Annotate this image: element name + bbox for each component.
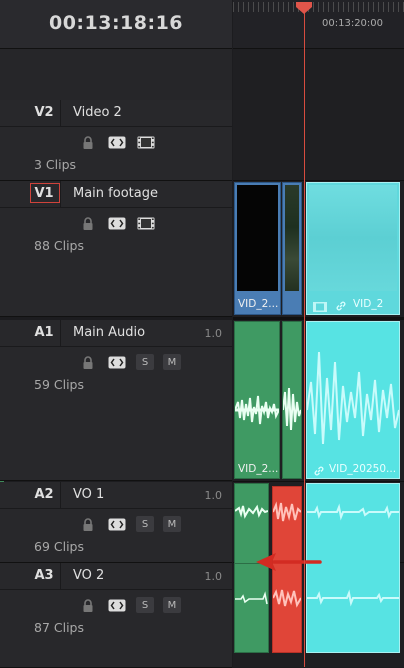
track-id-a2: A2: [4, 482, 61, 508]
clip-count-v2: 3 Clips: [34, 157, 77, 172]
auto-select-icon[interactable]: [107, 597, 127, 613]
lock-icon[interactable]: [78, 215, 98, 231]
mute-button[interactable]: M: [163, 597, 181, 613]
audio-clip[interactable]: VID_2...: [234, 321, 280, 479]
clip-count-v1: 88 Clips: [34, 238, 84, 253]
auto-select-icon[interactable]: [107, 354, 127, 370]
timecode-display: 00:13:18:16: [48, 12, 184, 34]
audio-waveform: [283, 387, 301, 431]
track-divider: [233, 180, 404, 181]
audio-waveform: [235, 504, 268, 519]
track-id-a1: A1: [4, 320, 61, 346]
video-clip[interactable]: [282, 182, 302, 315]
track-header-a1[interactable]: A1 Main Audio 1.0 S M 59 Clips: [0, 320, 232, 481]
clip-label: VID_2: [353, 298, 384, 310]
film-strip-icon[interactable]: [136, 134, 156, 150]
link-icon: [313, 462, 325, 476]
audio-waveform: [307, 503, 399, 521]
film-strip-icon[interactable]: [136, 215, 156, 231]
clip-count-a3: 87 Clips: [34, 620, 84, 635]
mute-button[interactable]: M: [163, 516, 181, 532]
track-volume-a3: 1.0: [204, 570, 223, 583]
track-name-v1: Main footage: [73, 186, 158, 201]
lock-icon[interactable]: [78, 516, 98, 532]
playhead-line[interactable]: [304, 8, 305, 667]
clip-thumbnail: [237, 185, 278, 291]
clip-label: VID_2...: [238, 298, 279, 310]
clip-thumbnail: [309, 185, 397, 291]
solo-button[interactable]: S: [136, 354, 154, 370]
track-volume-a1: 1.0: [204, 327, 223, 340]
track-name-v2: Video 2: [73, 105, 122, 120]
track-volume-a2: 1.0: [204, 489, 223, 502]
track-id-v2: V2: [4, 100, 61, 126]
clip-label: VID_2...: [238, 463, 279, 475]
clip-count-a2: 69 Clips: [34, 539, 84, 554]
clip-count-a1: 59 Clips: [34, 377, 84, 392]
audio-waveform: [307, 589, 399, 607]
auto-select-icon[interactable]: [107, 134, 127, 150]
header-spacer: [0, 49, 232, 100]
track-header-a2[interactable]: A2 VO 1 1.0 S M 69 Clips: [0, 482, 232, 563]
audio-waveform: [273, 501, 301, 522]
solo-button[interactable]: S: [136, 597, 154, 613]
track-name-a3: VO 2: [73, 568, 105, 583]
track-header-v2[interactable]: V2 Video 2 3 Clips: [0, 100, 232, 181]
auto-select-icon[interactable]: [107, 215, 127, 231]
track-divider: [233, 481, 404, 482]
auto-select-icon[interactable]: [107, 516, 127, 532]
audio-waveform: [273, 589, 301, 608]
selected-video-clip[interactable]: VID_2: [306, 182, 400, 315]
lock-icon[interactable]: [78, 597, 98, 613]
audio-waveform: [235, 591, 268, 605]
playhead-handle[interactable]: [296, 2, 312, 14]
track-id-v1: V1: [4, 181, 61, 207]
lock-icon[interactable]: [78, 354, 98, 370]
track-name-a1: Main Audio: [73, 325, 146, 340]
solo-button[interactable]: S: [136, 516, 154, 532]
audio-waveform: [235, 395, 279, 425]
track-header-a3[interactable]: A3 VO 2 1.0 S M 87 Clips: [0, 563, 232, 668]
ruler-time-label: 00:13:20:00: [322, 18, 384, 29]
clip-label: VID_20250...: [329, 463, 397, 475]
film-strip-icon: [313, 297, 327, 312]
track-name-a2: VO 1: [73, 487, 105, 502]
red-arrow-pointer: [256, 553, 322, 571]
link-icon: [335, 297, 347, 311]
selected-audio-clip[interactable]: VID_20250...: [306, 321, 400, 479]
video-clip[interactable]: VID_2...: [234, 182, 281, 315]
track-id-a3: A3: [4, 563, 61, 589]
track-divider: [233, 317, 404, 320]
audio-clip[interactable]: [282, 321, 302, 479]
timecode-header: 00:13:18:16: [0, 0, 232, 49]
clip-thumbnail: [285, 185, 299, 291]
lock-icon[interactable]: [78, 134, 98, 150]
mute-button[interactable]: M: [163, 354, 181, 370]
track-header-v1[interactable]: V1 Main footage 88 Clips: [0, 181, 232, 317]
ruler-ticks: [233, 2, 404, 12]
audio-waveform: [307, 351, 399, 445]
